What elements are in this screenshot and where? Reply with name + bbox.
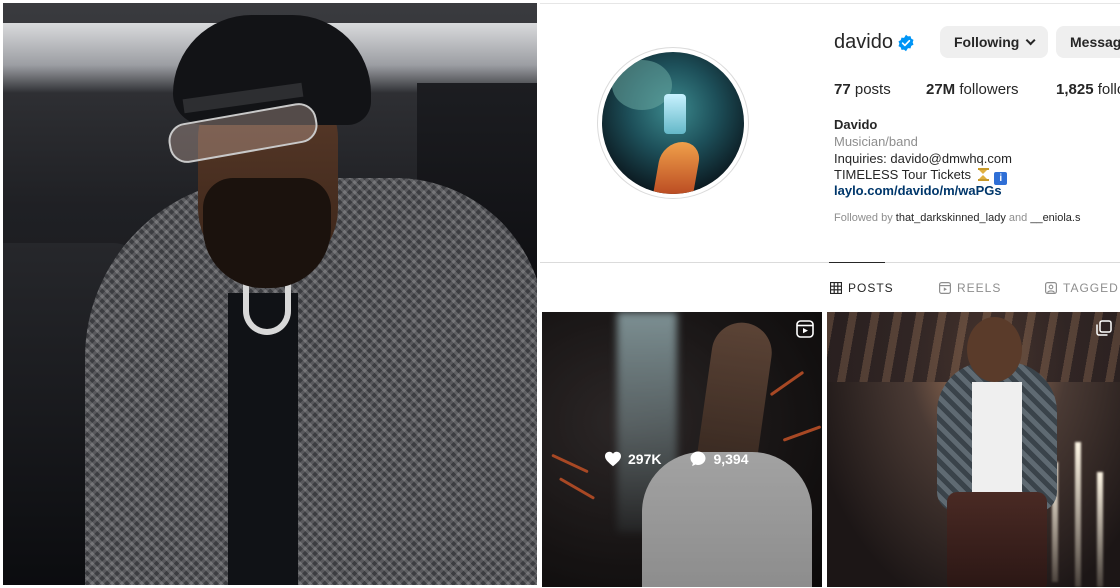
- message-button-label: Messag: [1070, 34, 1120, 50]
- likes-stat: 297K: [604, 451, 661, 467]
- posts-count: 77 posts: [834, 81, 891, 98]
- tagged-icon: [1045, 282, 1057, 294]
- followed-by-account-1: that_darkskinned_lady: [895, 212, 1006, 224]
- reel-icon: [796, 320, 814, 338]
- active-tab-indicator: [829, 262, 885, 263]
- tab-tagged[interactable]: TAGGED: [1045, 281, 1119, 295]
- chevron-down-icon: [1025, 34, 1036, 45]
- following-button-label: Following: [954, 34, 1020, 50]
- hourglass-emoji-icon: [977, 168, 989, 181]
- tab-posts[interactable]: POSTS: [830, 281, 894, 295]
- bio-name: Davido: [834, 117, 878, 132]
- posts-count-value: 77: [834, 81, 851, 98]
- reels-icon: [939, 282, 951, 294]
- grid-icon: [830, 282, 842, 294]
- message-button[interactable]: Messag: [1056, 26, 1120, 58]
- following-count-value: 1,825: [1056, 81, 1094, 98]
- post-tile[interactable]: [827, 312, 1120, 587]
- profile-photo-large: [3, 3, 537, 585]
- likes-count: 297K: [628, 451, 662, 467]
- following-count-label: follo: [1097, 81, 1120, 98]
- following-button[interactable]: Following: [940, 26, 1048, 58]
- tab-reels-label: REELS: [957, 281, 1002, 295]
- following-count[interactable]: 1,825 follo: [1056, 81, 1120, 98]
- avatar[interactable]: [602, 52, 744, 194]
- bio-category: Musician/band: [834, 134, 918, 149]
- chain-necklace: [243, 283, 291, 335]
- heart-icon: [605, 451, 621, 467]
- followers-count-value: 27M: [926, 81, 956, 98]
- comment-icon: [690, 451, 706, 467]
- post-stats: 297K 9,394: [604, 450, 749, 468]
- followers-count-label: followers: [959, 81, 1019, 98]
- followed-by-prefix: Followed by: [834, 212, 893, 224]
- post-tile[interactable]: 297K 9,394: [542, 312, 822, 587]
- tab-posts-label: POSTS: [848, 281, 894, 295]
- instagram-profile: davido Following Messag 77 posts 27M fol…: [540, 3, 1120, 588]
- bio-tour-text: TIMELESS Tour Tickets: [834, 167, 972, 182]
- bio-link[interactable]: laylo.com/davido/m/waPGs: [834, 183, 1002, 198]
- followed-by[interactable]: Followed by that_darkskinned_lady and __…: [834, 212, 1080, 224]
- followers-count[interactable]: 27M followers: [926, 81, 1019, 98]
- tab-tagged-label: TAGGED: [1063, 281, 1119, 295]
- followed-by-conjunction: and: [1008, 212, 1028, 224]
- username: davido: [834, 31, 893, 53]
- carousel-icon: [1096, 320, 1112, 336]
- comments-count: 9,394: [713, 451, 749, 467]
- tab-reels[interactable]: REELS: [939, 281, 1001, 295]
- verified-badge-icon: [898, 34, 914, 52]
- comments-stat: 9,394: [689, 450, 749, 468]
- posts-count-label: posts: [854, 81, 891, 98]
- bio-inquiries: Inquiries: davido@dmwhq.com: [834, 151, 1012, 166]
- followed-by-account-2: __eniola.s: [1030, 212, 1081, 224]
